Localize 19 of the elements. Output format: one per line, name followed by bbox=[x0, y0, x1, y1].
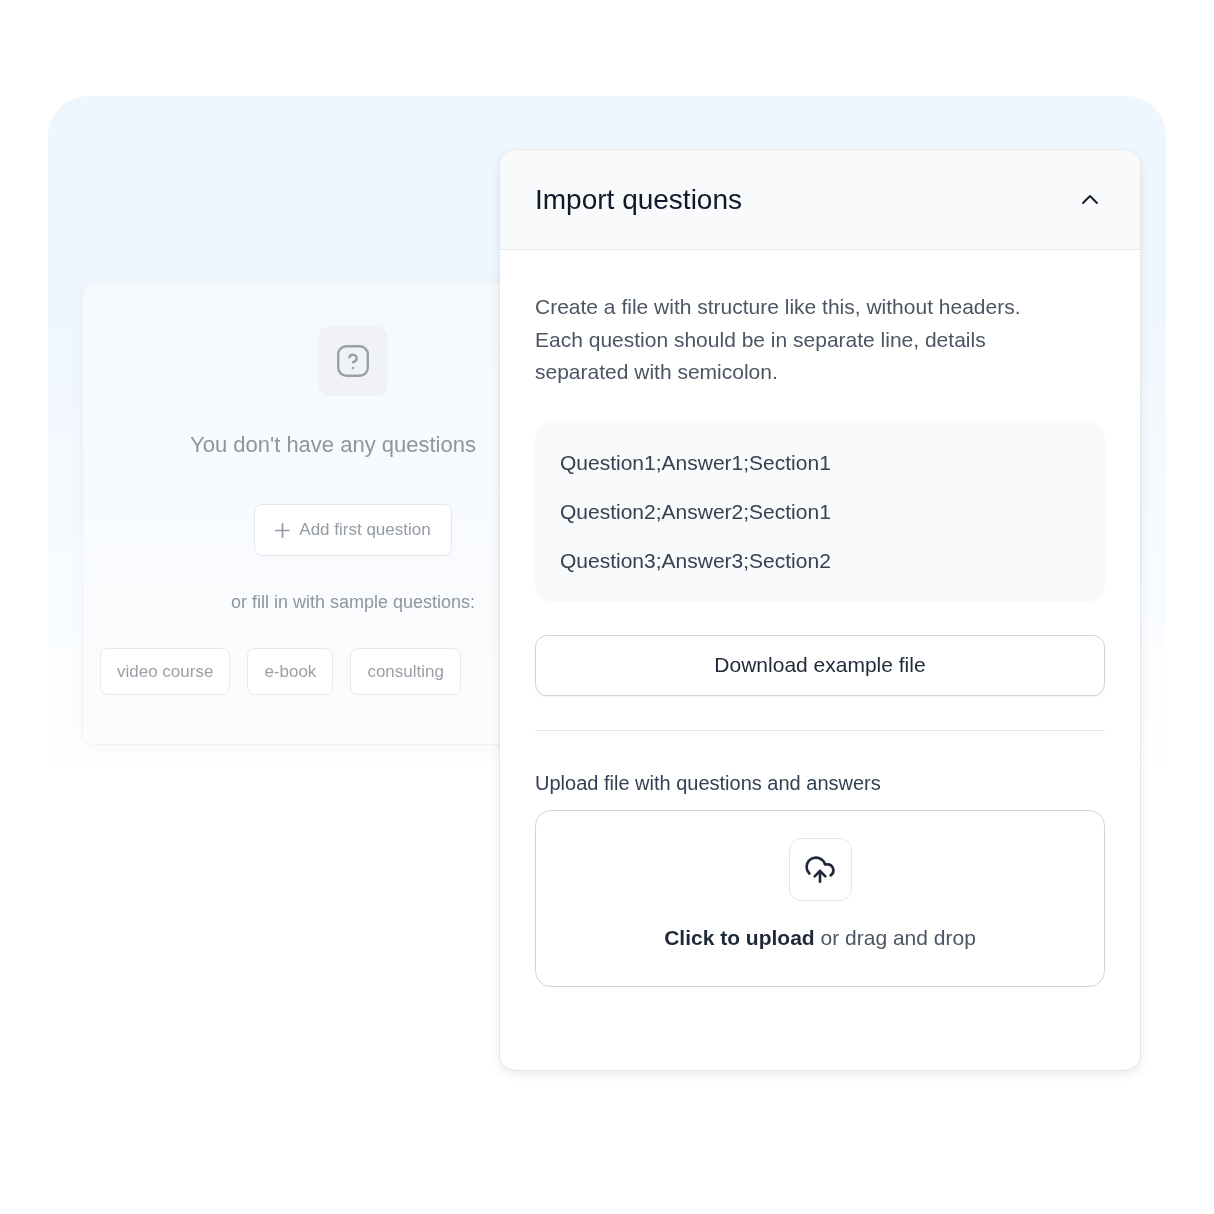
cloud-upload-icon bbox=[788, 837, 852, 901]
sample-questions-prompt: or fill in with sample questions: bbox=[230, 591, 476, 614]
upload-instructions: Click to upload or drag and drop bbox=[664, 924, 976, 951]
empty-state-message: You don't have any questions bbox=[190, 431, 476, 459]
chevron-up-icon[interactable] bbox=[1082, 195, 1098, 204]
instructions-text: Create a file with structure like this, without headers. Each question should be in separate line, details separated with semicolon. bbox=[535, 294, 1022, 385]
download-example-button[interactable]: Download example file bbox=[535, 634, 1105, 696]
plus-icon bbox=[275, 522, 291, 538]
sample-chip[interactable]: consulting bbox=[350, 648, 461, 695]
question-mark-icon bbox=[318, 326, 388, 396]
add-question-button[interactable]: Add first question bbox=[254, 504, 452, 556]
example-line: Question2;Answer2;Section1 bbox=[560, 498, 832, 525]
upload-label: Upload file with questions and answers bbox=[535, 770, 882, 796]
file-dropzone[interactable]: Click to upload or drag and drop bbox=[535, 809, 1105, 987]
example-line: Question1;Answer1;Section1 bbox=[560, 449, 832, 476]
panel-title: Import questions bbox=[535, 182, 742, 217]
example-line: Question3;Answer3;Section2 bbox=[560, 547, 832, 574]
sample-chip[interactable]: e-book bbox=[247, 648, 334, 695]
sample-chip[interactable]: video course bbox=[100, 648, 231, 695]
